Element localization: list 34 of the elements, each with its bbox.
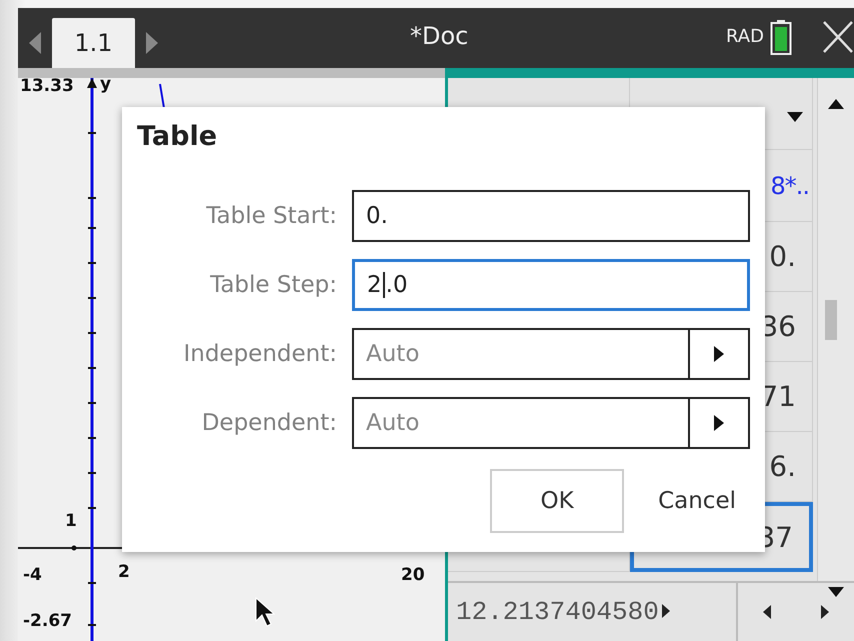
axis-label: 20 bbox=[401, 565, 425, 585]
close-icon[interactable] bbox=[822, 20, 854, 54]
scroll-up-icon[interactable] bbox=[827, 98, 845, 110]
ok-button[interactable]: OK bbox=[490, 469, 624, 533]
dropdown-field[interactable]: Auto bbox=[352, 397, 750, 449]
axis-label: 1 bbox=[65, 511, 77, 531]
document-title: *Doc bbox=[410, 22, 468, 50]
triangle-right-icon[interactable] bbox=[660, 603, 671, 619]
input-field[interactable]: 0. bbox=[352, 190, 750, 242]
axis-label: 2 bbox=[118, 562, 130, 582]
battery-icon bbox=[770, 20, 792, 56]
triangle-right-icon[interactable] bbox=[820, 604, 830, 620]
scroll-down-icon[interactable] bbox=[827, 586, 845, 598]
axis-label: -2.67 bbox=[23, 611, 72, 631]
field-label: Independent: bbox=[183, 341, 337, 367]
triangle-right-icon bbox=[713, 345, 725, 363]
field-label: Table Step: bbox=[210, 272, 337, 298]
axis-label: -4 bbox=[23, 565, 42, 585]
field-label: Dependent: bbox=[202, 410, 337, 436]
angle-mode: RAD bbox=[726, 26, 764, 47]
caret-down-icon[interactable] bbox=[786, 111, 804, 123]
axis-label: 13.33 bbox=[20, 76, 74, 96]
field-label: Table Start: bbox=[206, 203, 337, 229]
mouse-cursor-icon bbox=[255, 597, 275, 627]
dropdown-field[interactable]: Auto bbox=[352, 328, 750, 380]
function-curve bbox=[159, 84, 165, 108]
axis-label: y bbox=[100, 74, 112, 94]
page-tab[interactable]: 1.1 bbox=[52, 18, 135, 68]
dialog-title: Table bbox=[137, 121, 218, 152]
scrollbar-thumb[interactable] bbox=[825, 300, 837, 340]
triangle-left-icon[interactable] bbox=[762, 604, 772, 620]
triangle-right-icon bbox=[713, 414, 725, 432]
entry-line[interactable]: 12.2137404580 bbox=[456, 597, 659, 627]
input-field[interactable]: 2.0 bbox=[352, 259, 750, 311]
